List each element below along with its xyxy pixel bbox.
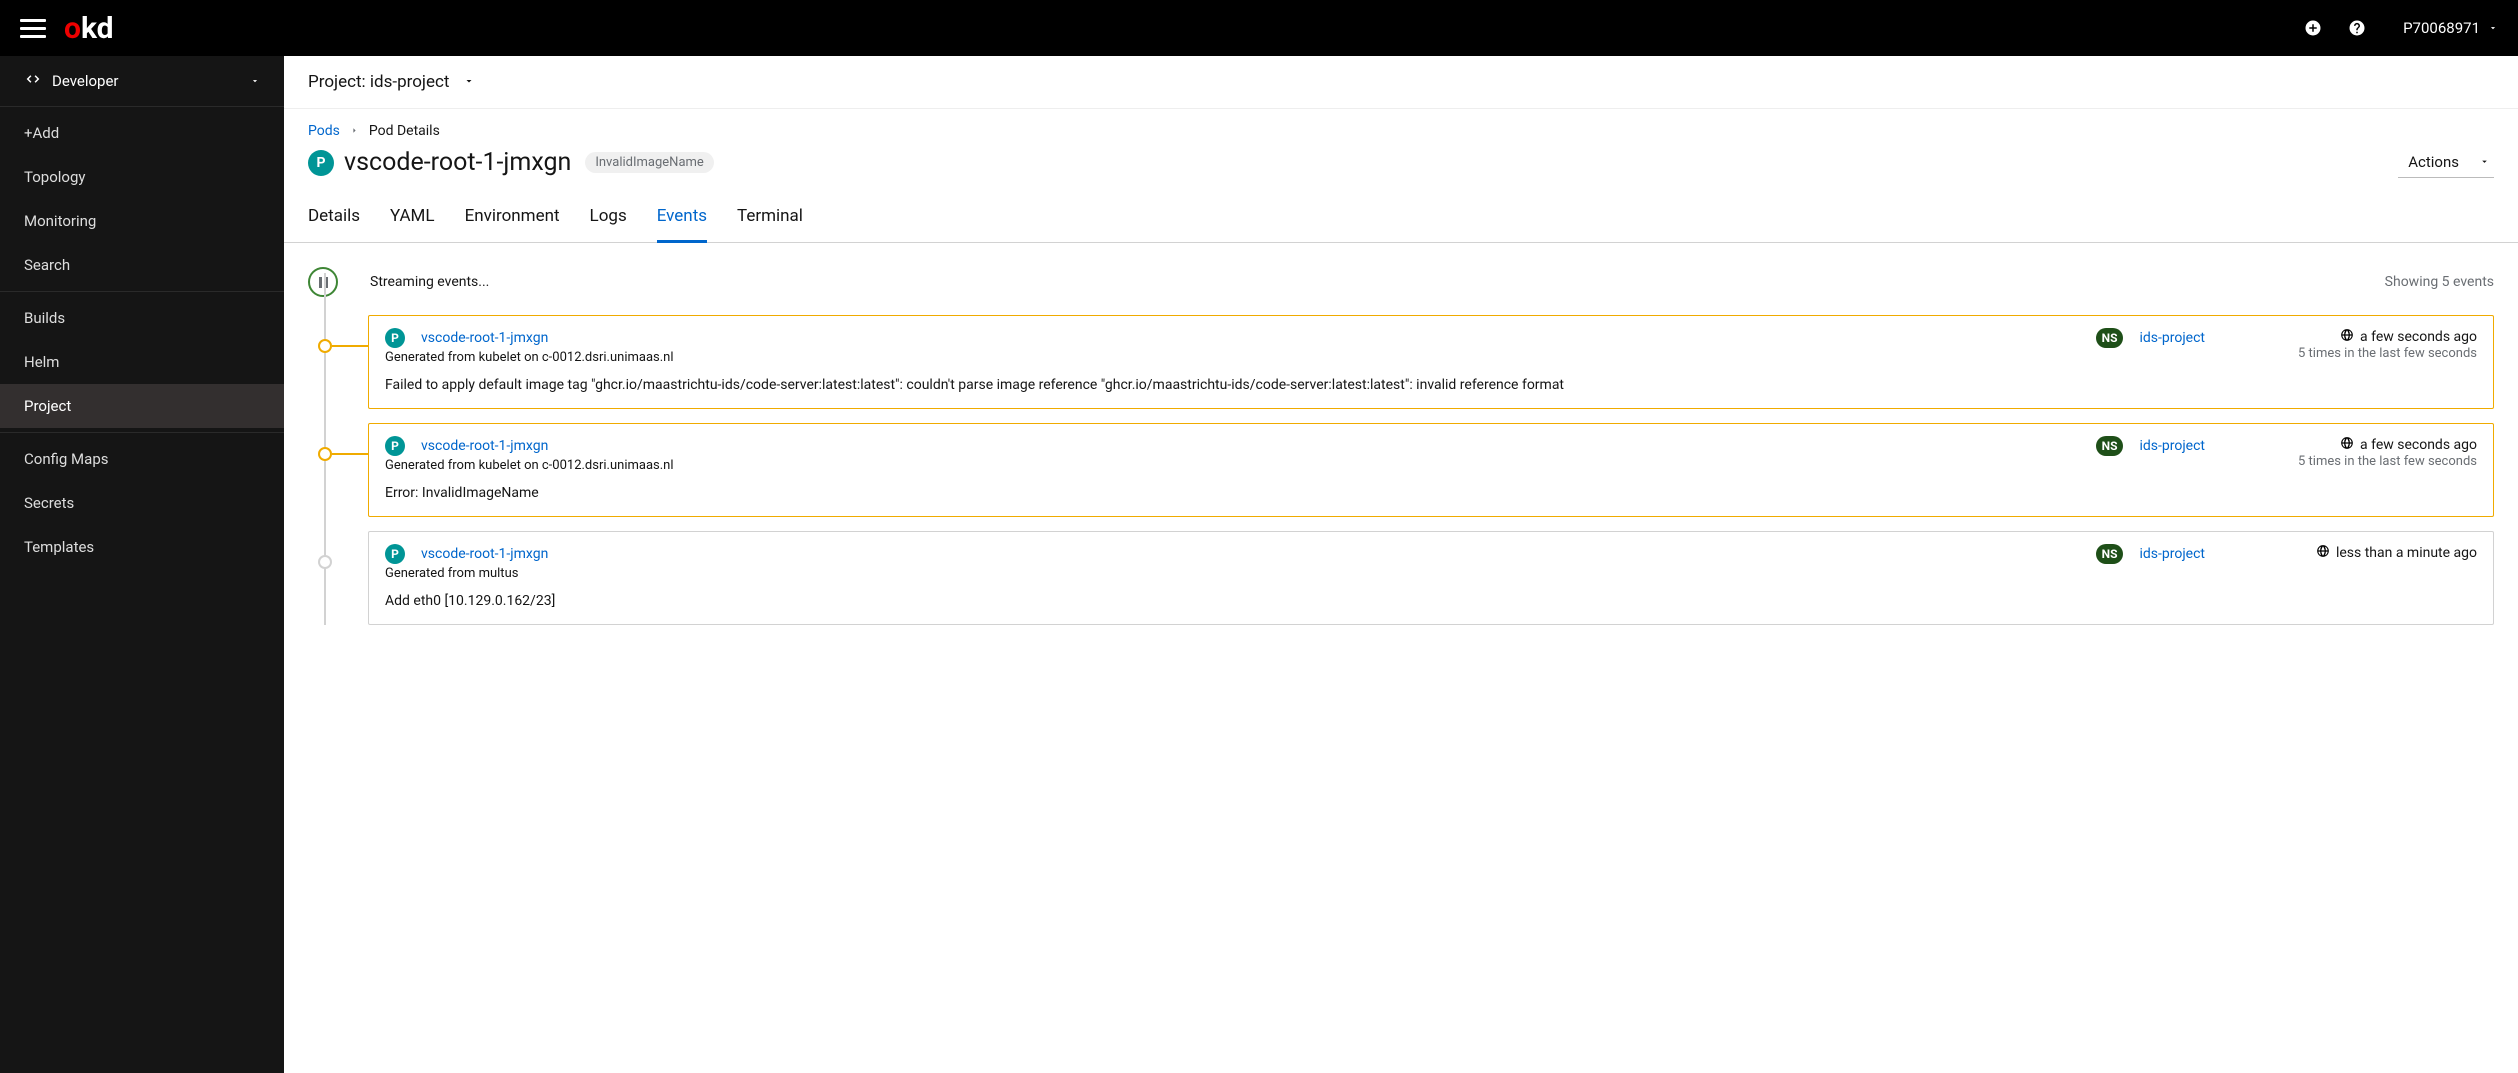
stream-status: Streaming events...	[370, 274, 489, 290]
pod-badge: P	[385, 328, 405, 348]
page-title: vscode-root-1-jmxgn	[344, 148, 571, 177]
event-time: a few seconds ago	[2360, 329, 2477, 345]
event-connector	[332, 453, 368, 455]
sidebar-item-builds[interactable]: Builds	[0, 296, 284, 340]
globe-icon	[2340, 436, 2354, 454]
caret-down-icon	[2479, 153, 2490, 171]
event-message: Failed to apply default image tag "ghcr.…	[385, 375, 2477, 396]
event-pod-link[interactable]: vscode-root-1-jmxgn	[421, 438, 548, 454]
user-name: P70068971	[2403, 19, 2480, 37]
project-selector[interactable]: Project: ids-project	[284, 56, 2518, 109]
breadcrumb-pods[interactable]: Pods	[308, 123, 340, 139]
event-pod-link[interactable]: vscode-root-1-jmxgn	[421, 330, 548, 346]
pause-stream-button[interactable]	[308, 267, 338, 297]
topbar: okd P70068971	[0, 0, 2518, 56]
pause-icon	[319, 277, 328, 288]
pod-badge: P	[385, 436, 405, 456]
event-row: Pvscode-root-1-jmxgn Generated from multu…	[324, 531, 2494, 625]
main: Project: ids-project Pods Pod Details P …	[284, 56, 2518, 1073]
event-source: Generated from kubelet on c-0012.dsri.un…	[385, 458, 2084, 473]
sidebar-item-search[interactable]: Search	[0, 243, 284, 287]
chevron-right-icon	[350, 123, 359, 139]
sidebar-item-secrets[interactable]: Secrets	[0, 481, 284, 525]
events-section: Streaming events... Showing 5 events Pvs…	[284, 243, 2518, 663]
event-dot	[318, 339, 332, 353]
event-card: Pvscode-root-1-jmxgn Generated from kubel…	[368, 315, 2494, 409]
tabs: Details YAML Environment Logs Events Terminal	[284, 196, 2518, 243]
pod-badge: P	[385, 544, 405, 564]
tab-logs[interactable]: Logs	[590, 196, 627, 242]
event-namespace-link[interactable]: ids-project	[2139, 546, 2205, 562]
event-row: Pvscode-root-1-jmxgn Generated from kubel…	[324, 423, 2494, 517]
caret-down-icon	[250, 72, 260, 90]
project-label: Project:	[308, 72, 366, 92]
logo[interactable]: okd	[64, 11, 114, 46]
event-connector	[332, 345, 368, 347]
pod-badge: P	[308, 150, 334, 176]
namespace-badge: NS	[2096, 328, 2124, 348]
actions-menu[interactable]: Actions	[2398, 147, 2494, 178]
event-card: Pvscode-root-1-jmxgn Generated from multu…	[368, 531, 2494, 625]
help-icon[interactable]	[2339, 10, 2375, 46]
event-source: Generated from multus	[385, 566, 2084, 581]
caret-down-icon	[2488, 19, 2498, 37]
tab-details[interactable]: Details	[308, 196, 360, 242]
event-time: a few seconds ago	[2360, 437, 2477, 453]
event-source: Generated from kubelet on c-0012.dsri.un…	[385, 350, 2084, 365]
project-name: ids-project	[370, 72, 450, 92]
code-icon	[24, 70, 42, 92]
caret-down-icon	[463, 72, 475, 92]
event-message: Add eth0 [10.129.0.162/23]	[385, 591, 2477, 612]
namespace-badge: NS	[2096, 544, 2124, 564]
event-pod-link[interactable]: vscode-root-1-jmxgn	[421, 546, 548, 562]
tab-environment[interactable]: Environment	[465, 196, 560, 242]
sidebar-item-project[interactable]: Project	[0, 384, 284, 428]
user-menu[interactable]: P70068971	[2403, 19, 2498, 37]
event-dot	[318, 447, 332, 461]
event-count-label: 5 times in the last few seconds	[2217, 346, 2477, 361]
tab-terminal[interactable]: Terminal	[737, 196, 803, 242]
nav: +AddTopologyMonitoringSearch BuildsHelmPr…	[0, 107, 284, 569]
event-count: Showing 5 events	[2385, 274, 2494, 290]
menu-toggle-button[interactable]	[20, 15, 46, 41]
event-dot	[318, 555, 332, 569]
event-namespace-link[interactable]: ids-project	[2139, 330, 2205, 346]
event-card: Pvscode-root-1-jmxgn Generated from kubel…	[368, 423, 2494, 517]
globe-icon	[2316, 544, 2330, 562]
breadcrumb-current: Pod Details	[369, 123, 440, 139]
event-message: Error: InvalidImageName	[385, 483, 2477, 504]
add-icon[interactable]	[2295, 10, 2331, 46]
event-count-label: 5 times in the last few seconds	[2217, 454, 2477, 469]
globe-icon	[2340, 328, 2354, 346]
event-connector	[332, 561, 368, 563]
tab-events[interactable]: Events	[657, 196, 707, 243]
namespace-badge: NS	[2096, 436, 2124, 456]
sidebar-item--add[interactable]: +Add	[0, 111, 284, 155]
sidebar-item-monitoring[interactable]: Monitoring	[0, 199, 284, 243]
status-badge: InvalidImageName	[585, 152, 713, 173]
event-time: less than a minute ago	[2336, 545, 2477, 561]
event-namespace-link[interactable]: ids-project	[2139, 438, 2205, 454]
breadcrumb: Pods Pod Details	[284, 109, 2518, 141]
logo-kd: kd	[81, 11, 114, 46]
sidebar-item-helm[interactable]: Helm	[0, 340, 284, 384]
perspective-label: Developer	[52, 72, 250, 90]
title-row: P vscode-root-1-jmxgn InvalidImageName A…	[284, 141, 2518, 196]
event-timeline: Pvscode-root-1-jmxgn Generated from kubel…	[324, 315, 2494, 625]
sidebar: Developer +AddTopologyMonitoringSearch Bu…	[0, 56, 284, 1073]
sidebar-item-config-maps[interactable]: Config Maps	[0, 437, 284, 481]
tab-yaml[interactable]: YAML	[390, 196, 435, 242]
actions-label: Actions	[2408, 153, 2459, 171]
logo-o: o	[64, 11, 81, 46]
sidebar-item-topology[interactable]: Topology	[0, 155, 284, 199]
perspective-switcher[interactable]: Developer	[0, 56, 284, 107]
event-row: Pvscode-root-1-jmxgn Generated from kubel…	[324, 315, 2494, 409]
sidebar-item-templates[interactable]: Templates	[0, 525, 284, 569]
